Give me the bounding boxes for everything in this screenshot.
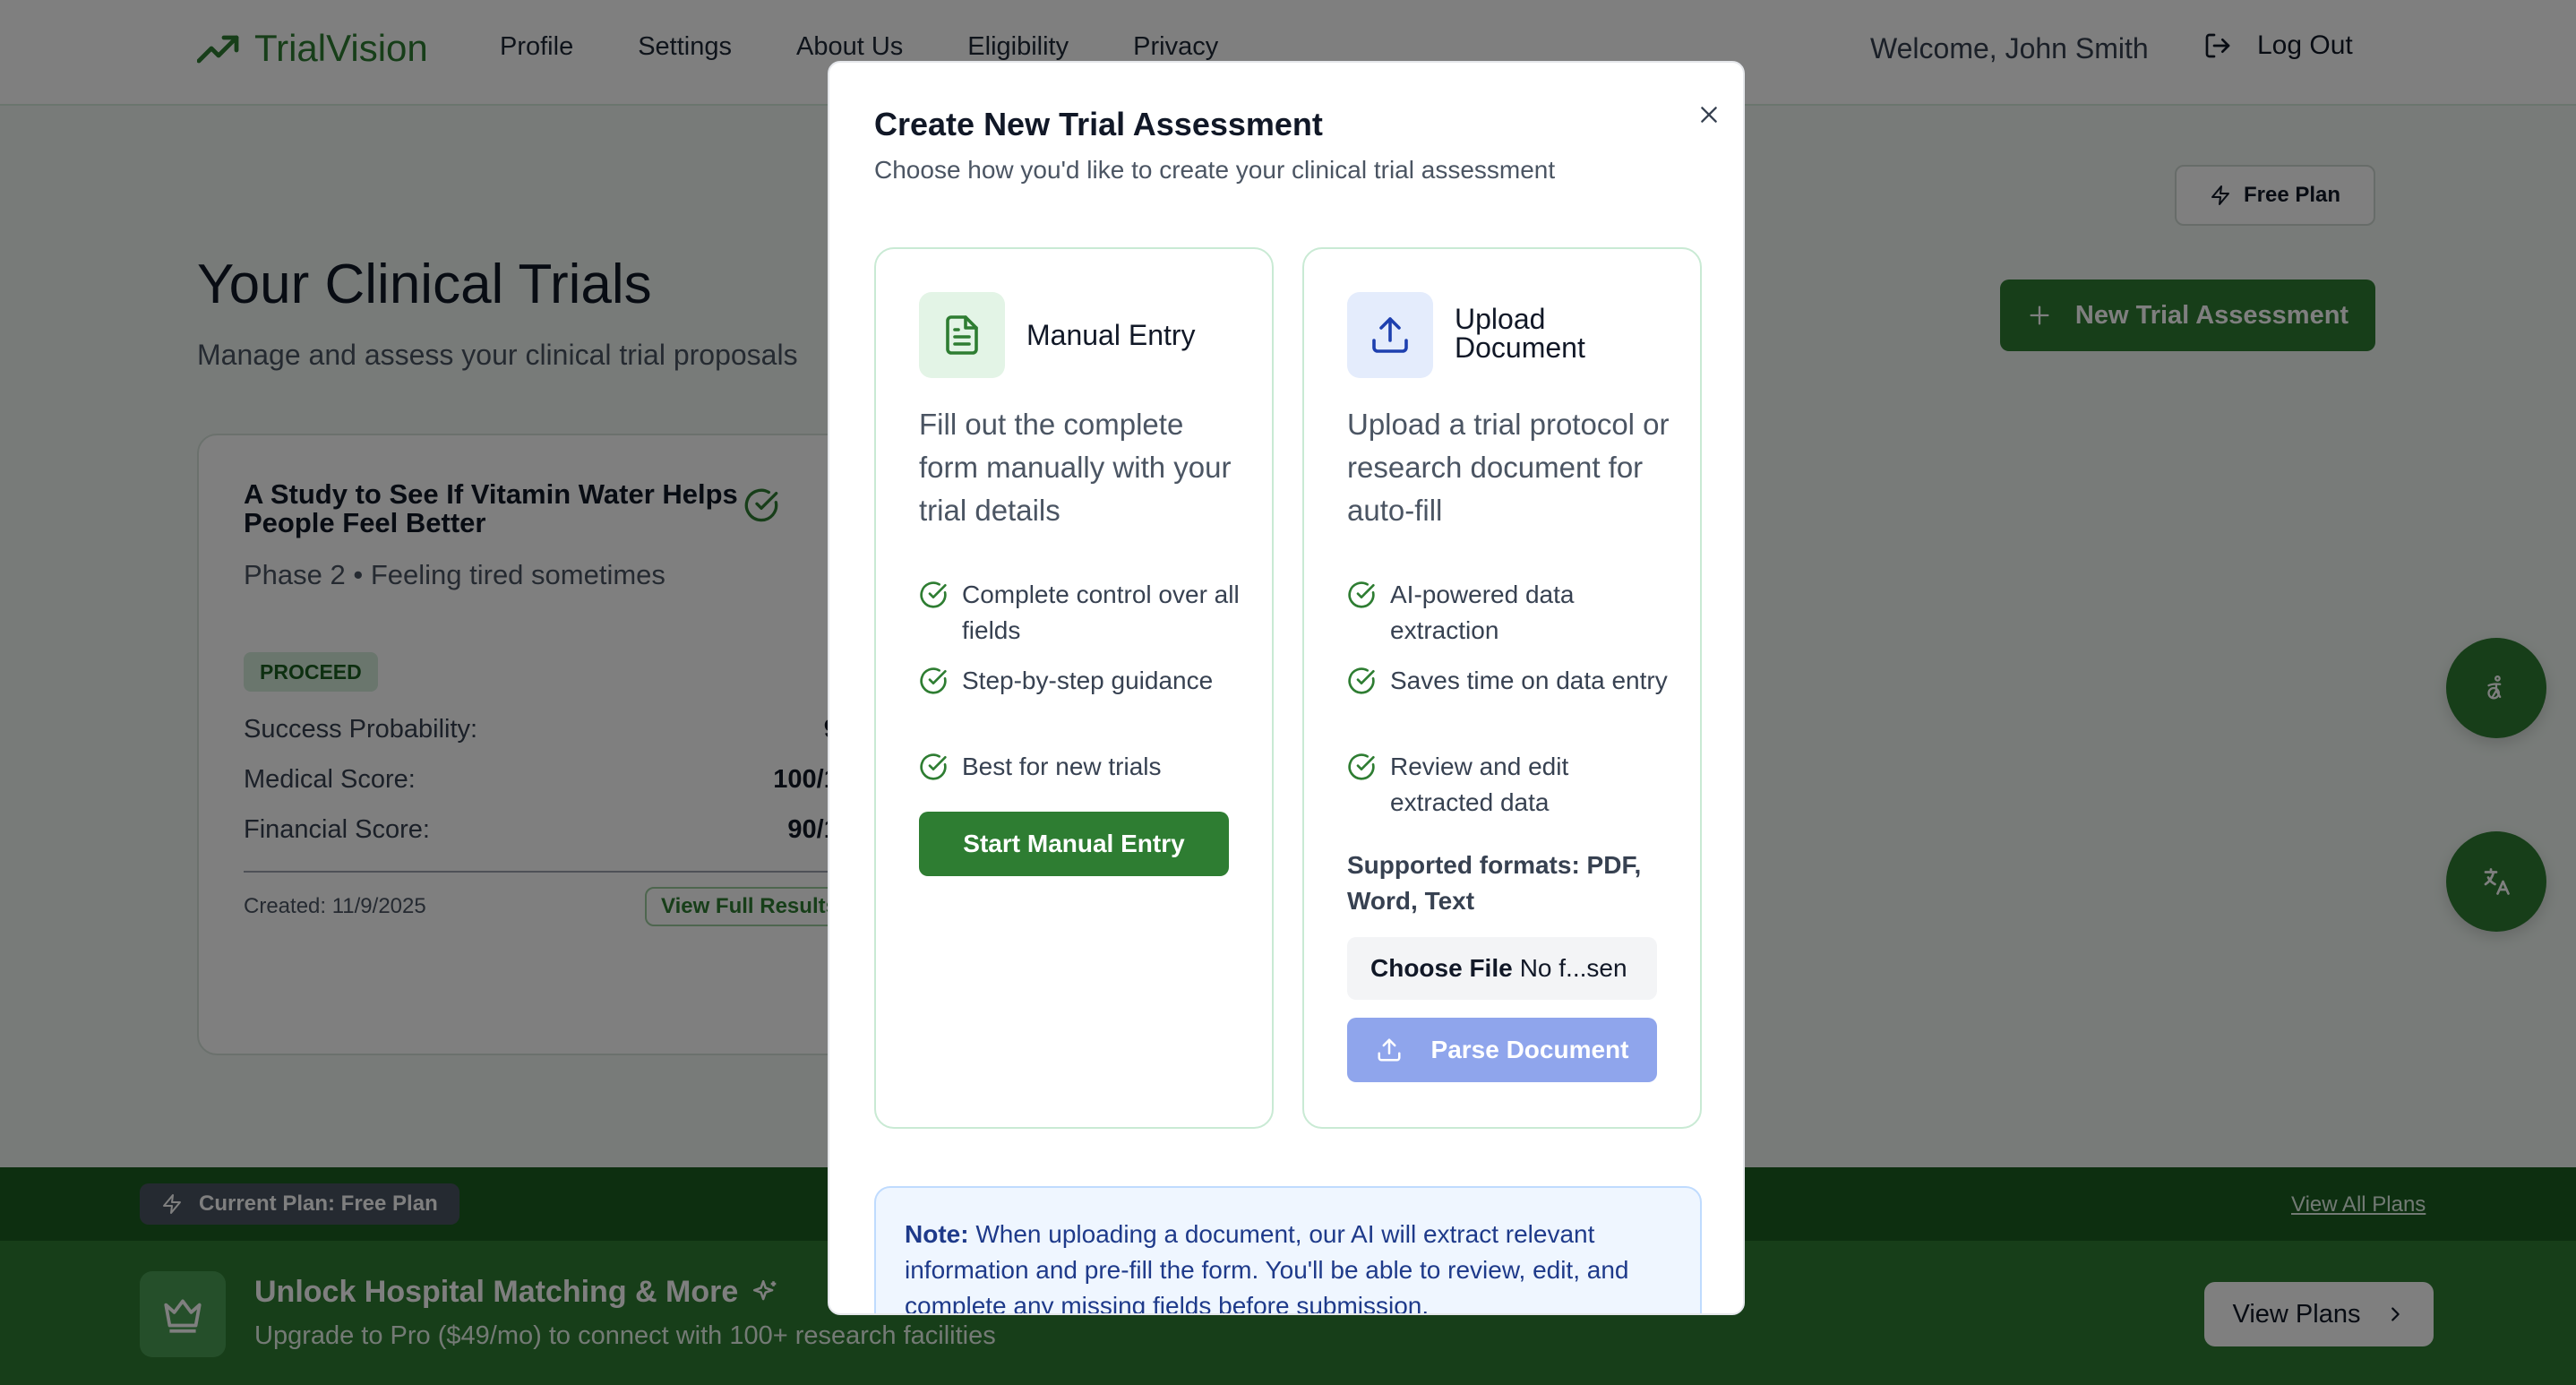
feature-text: Best for new trials <box>962 753 1162 780</box>
manual-entry-option[interactable]: Manual Entry Fill out the complete form … <box>874 247 1274 1129</box>
feature-text: Complete control over all fields <box>962 581 1240 644</box>
note-text: When uploading a document, our AI will e… <box>905 1220 1629 1315</box>
upload-document-option[interactable]: Upload Document Upload a trial protocol … <box>1302 247 1702 1129</box>
manual-entry-description: Fill out the complete form manually with… <box>919 408 1232 527</box>
document-icon <box>946 315 978 355</box>
upload-title-line1: Upload <box>1455 303 1546 335</box>
close-button[interactable] <box>1689 95 1729 134</box>
modal-title: Create New Trial Assessment <box>874 106 1323 142</box>
feature-item: Best for new trials <box>919 749 1250 785</box>
file-status: No f...sen <box>1519 954 1627 982</box>
check-circle-icon <box>920 667 947 694</box>
check-circle-icon <box>1348 667 1375 694</box>
parse-document-label: Parse Document <box>1430 1036 1629 1063</box>
feature-item: Review and edit extracted data <box>1347 749 1679 821</box>
note-label: Note: <box>905 1220 969 1248</box>
supported-formats: Supported formats: PDF, Word, Text <box>1347 851 1642 915</box>
parse-document-button[interactable]: Parse Document <box>1347 1018 1657 1082</box>
upload-title-line2: Document <box>1455 331 1585 364</box>
document-icon-box <box>919 292 1005 378</box>
modal-subtitle: Choose how you'd like to create your cli… <box>874 156 1556 184</box>
manual-entry-title: Manual Entry <box>1026 319 1196 351</box>
choose-file-button[interactable]: Choose File <box>1370 954 1513 983</box>
check-circle-icon <box>1348 581 1375 608</box>
feature-item: Step-by-step guidance <box>919 663 1250 699</box>
check-circle-icon <box>1348 753 1375 780</box>
upload-icon <box>1372 317 1408 353</box>
feature-item: AI-powered data extraction <box>1347 577 1679 649</box>
upload-icon-box <box>1347 292 1433 378</box>
file-input[interactable]: Choose File No f...sen <box>1347 937 1657 1000</box>
feature-text: Step-by-step guidance <box>962 667 1214 694</box>
feature-item: Saves time on data entry <box>1347 663 1679 699</box>
check-circle-icon <box>920 753 947 780</box>
create-assessment-modal: Create New Trial Assessment Choose how y… <box>828 61 1745 1315</box>
upload-note: Note: When uploading a document, our AI … <box>874 1186 1702 1315</box>
start-manual-entry-button[interactable]: Start Manual Entry <box>919 812 1229 876</box>
close-icon <box>1701 107 1717 123</box>
feature-text: Saves time on data entry <box>1390 667 1668 694</box>
feature-text: Review and edit extracted data <box>1390 753 1569 816</box>
upload-document-description: Upload a trial protocol or research docu… <box>1347 408 1670 527</box>
upload-icon <box>1378 1038 1401 1062</box>
check-circle-icon <box>920 581 947 608</box>
feature-item: Complete control over all fields <box>919 577 1250 649</box>
feature-text: AI-powered data extraction <box>1390 581 1575 644</box>
upload-document-title: Upload Document <box>1455 305 1585 362</box>
